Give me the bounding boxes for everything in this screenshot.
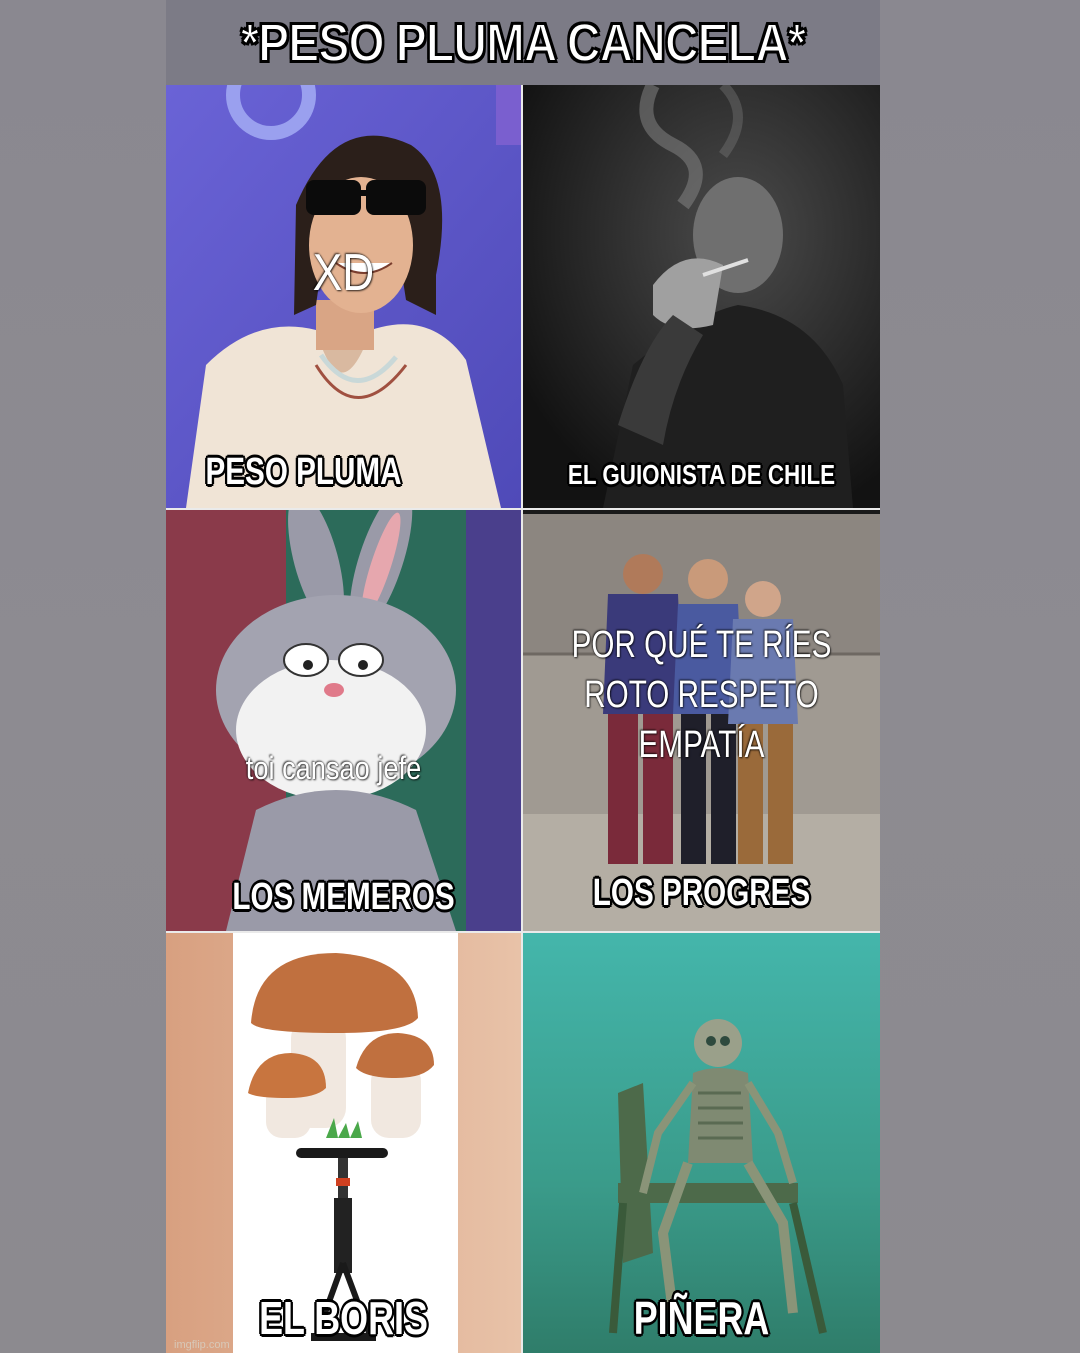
progres-overlay-line-2: ROTO RESPETO bbox=[584, 674, 819, 716]
pinera-image bbox=[523, 933, 880, 1353]
progres-overlay-line-1: POR QUÉ TE RÍES bbox=[571, 624, 832, 666]
panel-boris: EL BORIS imgflip.com bbox=[166, 933, 521, 1353]
meme-frame: *PESO PLUMA CANCELA* XD PESO PLUMA EL GU… bbox=[166, 0, 880, 1353]
memeros-image bbox=[166, 510, 521, 931]
pinera-caption: PIÑERA bbox=[633, 1292, 770, 1344]
boris-image bbox=[166, 933, 521, 1353]
divider-horizontal-2 bbox=[166, 931, 880, 933]
progres-caption: LOS PROGRES bbox=[592, 872, 811, 914]
panel-memeros: toi cansao jefe LOS MEMEROS bbox=[166, 510, 521, 931]
boris-caption: EL BORIS bbox=[259, 1292, 428, 1344]
divider-vertical bbox=[521, 85, 523, 1353]
peso-pluma-caption: PESO PLUMA bbox=[205, 451, 402, 493]
panel-peso-pluma: XD PESO PLUMA bbox=[166, 85, 521, 508]
panel-progres: POR QUÉ TE RÍES ROTO RESPETO EMPATÍA LOS… bbox=[523, 514, 880, 931]
meme-title: *PESO PLUMA CANCELA* bbox=[240, 12, 807, 74]
memeros-overlay: toi cansao jefe bbox=[245, 750, 422, 786]
panel-guionista: EL GUIONISTA DE CHILE bbox=[523, 85, 880, 508]
memeros-caption: LOS MEMEROS bbox=[232, 876, 455, 918]
guionista-image bbox=[523, 85, 880, 508]
panel-pinera: PIÑERA bbox=[523, 933, 880, 1353]
title-bar: *PESO PLUMA CANCELA* bbox=[166, 0, 880, 85]
peso-pluma-overlay: XD bbox=[312, 244, 375, 302]
progres-overlay-line-3: EMPATÍA bbox=[638, 724, 765, 766]
imgflip-watermark: imgflip.com bbox=[174, 1339, 230, 1351]
divider-horizontal-1 bbox=[166, 508, 880, 510]
guionista-caption: EL GUIONISTA DE CHILE bbox=[567, 459, 836, 490]
progres-image bbox=[523, 514, 880, 931]
